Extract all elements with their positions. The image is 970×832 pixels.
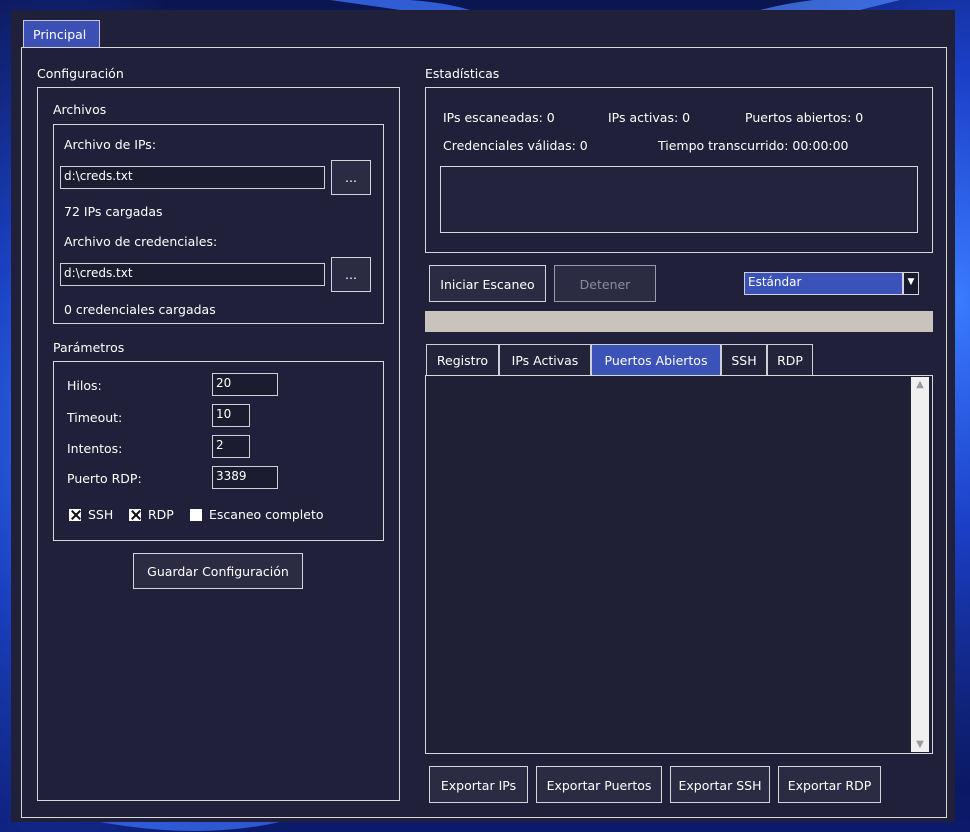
ips-loaded-count: 72 IPs cargadas	[64, 204, 163, 219]
timeout-label: Timeout:	[67, 410, 123, 425]
files-group	[53, 124, 384, 324]
progress-bar-track	[425, 311, 933, 332]
rdp-port-label: Puerto RDP:	[67, 471, 142, 486]
scroll-up-icon[interactable]: ▲	[911, 379, 929, 390]
ips-scanned-stat: IPs escaneadas: 0	[443, 110, 555, 125]
stats-title: Estadísticas	[425, 66, 500, 81]
attempts-label: Intentos:	[67, 441, 123, 456]
start-scan-button[interactable]: Iniciar Escaneo	[429, 265, 546, 302]
scroll-down-icon[interactable]: ▼	[911, 739, 929, 750]
params-title: Parámetros	[53, 340, 125, 355]
full-scan-checkbox-label: Escaneo completo	[209, 507, 324, 522]
threads-input[interactable]: 20	[212, 373, 278, 396]
attempts-input[interactable]: 2	[212, 435, 250, 458]
tab-ips-activas[interactable]: IPs Activas	[499, 344, 591, 375]
export-ports-button[interactable]: Exportar Puertos	[536, 766, 662, 803]
export-ips-button[interactable]: Exportar IPs	[429, 766, 528, 803]
tab-ssh[interactable]: SSH	[721, 344, 767, 375]
tab-registro[interactable]: Registro	[426, 344, 499, 375]
timeout-input[interactable]: 10	[212, 404, 250, 427]
elapsed-time-stat: Tiempo transcurrido: 00:00:00	[658, 138, 849, 153]
creds-browse-button[interactable]: ...	[331, 257, 371, 292]
ips-file-label: Archivo de IPs:	[64, 137, 157, 152]
ssh-checkbox[interactable]	[69, 509, 81, 521]
tab-principal[interactable]: Principal	[23, 20, 100, 47]
files-title: Archivos	[53, 102, 107, 117]
stop-button[interactable]: Detener	[554, 265, 656, 302]
rdp-checkbox[interactable]	[129, 509, 141, 521]
full-scan-checkbox[interactable]	[190, 509, 202, 521]
mode-select-arrow[interactable]: ▼	[903, 272, 919, 295]
threads-label: Hilos:	[67, 378, 102, 393]
mode-select[interactable]: Estándar	[744, 272, 903, 295]
rdp-port-input[interactable]: 3389	[212, 466, 278, 489]
ips-browse-button[interactable]: ...	[331, 160, 371, 195]
stats-text-area[interactable]	[440, 166, 918, 233]
creds-valid-stat: Credenciales válidas: 0	[443, 138, 588, 153]
export-rdp-button[interactable]: Exportar RDP	[778, 766, 881, 803]
export-ssh-button[interactable]: Exportar SSH	[670, 766, 770, 803]
chevron-down-icon: ▼	[907, 277, 915, 287]
results-scrollbar[interactable]: ▲ ▼	[911, 377, 929, 752]
tab-rdp[interactable]: RDP	[767, 344, 813, 375]
creds-file-input[interactable]: d:\creds.txt	[60, 263, 325, 286]
ips-active-stat: IPs activas: 0	[608, 110, 691, 125]
config-title: Configuración	[37, 66, 124, 81]
results-panel	[425, 375, 933, 754]
creds-file-label: Archivo de credenciales:	[64, 234, 218, 249]
tab-puertos-abiertos[interactable]: Puertos Abiertos	[591, 344, 721, 375]
creds-loaded-count: 0 credenciales cargadas	[64, 302, 216, 317]
ports-open-stat: Puertos abiertos: 0	[745, 110, 864, 125]
save-config-button[interactable]: Guardar Configuración	[133, 553, 303, 589]
ips-file-input[interactable]: d:\creds.txt	[60, 166, 325, 189]
rdp-checkbox-label: RDP	[148, 507, 174, 522]
ssh-checkbox-label: SSH	[88, 507, 114, 522]
